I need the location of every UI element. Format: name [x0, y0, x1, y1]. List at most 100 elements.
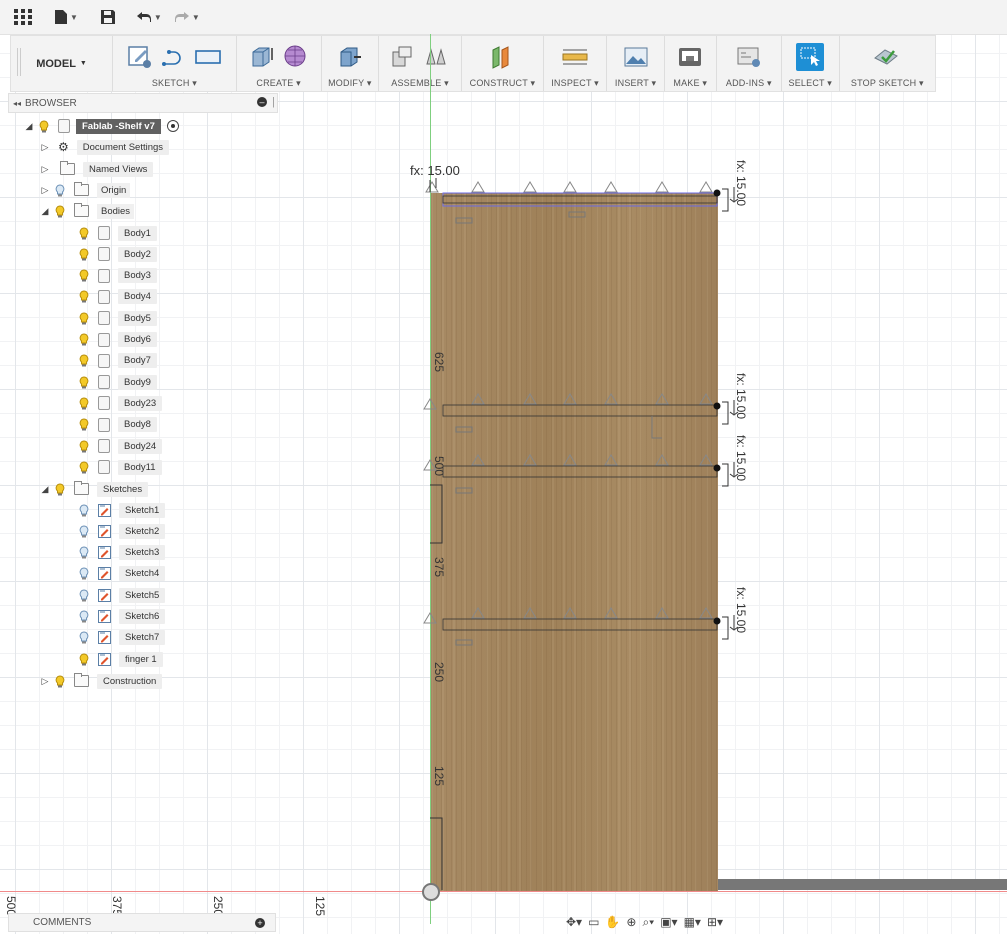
- sketch-row[interactable]: Sketch4: [74, 565, 165, 583]
- body-row[interactable]: Body24: [74, 437, 162, 455]
- body-row[interactable]: Body1: [74, 224, 157, 242]
- visibility-bulb-icon[interactable]: [78, 396, 90, 410]
- bodies-folder-row[interactable]: ◢ Bodies: [40, 202, 134, 220]
- expand-arrow-icon[interactable]: ◢: [24, 121, 34, 132]
- visibility-bulb-icon[interactable]: [54, 183, 66, 197]
- visibility-bulb-icon[interactable]: [78, 375, 90, 389]
- body-row[interactable]: Body6: [74, 331, 157, 349]
- body-row[interactable]: Body5: [74, 309, 157, 327]
- sketch-row[interactable]: Sketch1: [74, 501, 165, 519]
- side-dimension-1[interactable]: fx: 15.00: [734, 160, 748, 206]
- add-comment-icon[interactable]: +: [255, 918, 265, 928]
- named-views-row[interactable]: ▷ Named Views: [40, 160, 153, 178]
- visibility-bulb-icon[interactable]: [54, 482, 66, 496]
- body-row[interactable]: Body3: [74, 267, 157, 285]
- expand-arrow-icon[interactable]: ▷: [40, 142, 50, 153]
- visibility-bulb-icon[interactable]: [78, 418, 90, 432]
- shelf-sketch-3[interactable]: [424, 455, 717, 493]
- expand-arrow-icon[interactable]: ▷: [40, 185, 50, 196]
- side-dimension-4[interactable]: fx: 15.00: [734, 587, 748, 633]
- body-row[interactable]: Body2: [74, 245, 157, 263]
- body-label: Body11: [118, 460, 162, 475]
- ruler-label-500: 500: [432, 456, 446, 476]
- construction-row[interactable]: ▷ Construction: [40, 672, 162, 690]
- side-dimension-3[interactable]: fx: 15.00: [734, 435, 748, 481]
- shelf-sketch-top[interactable]: [426, 182, 717, 223]
- visibility-bulb-icon[interactable]: [78, 546, 90, 560]
- grid-icon[interactable]: ▦▾: [684, 915, 701, 929]
- visibility-bulb-icon[interactable]: [78, 631, 90, 645]
- sketch-row[interactable]: Sketch3: [74, 544, 165, 562]
- collapse-browser-icon[interactable]: ◂◂: [13, 99, 21, 108]
- body-row[interactable]: Body9: [74, 373, 157, 391]
- origin-point[interactable]: [422, 883, 440, 901]
- browser-header[interactable]: ◂◂ BROWSER – |: [8, 93, 278, 113]
- visibility-bulb-icon[interactable]: [78, 354, 90, 368]
- visibility-bulb-icon[interactable]: [78, 524, 90, 538]
- visibility-bulb-icon[interactable]: [78, 652, 90, 666]
- zoom-icon[interactable]: ⊕: [626, 915, 636, 929]
- pan-icon[interactable]: ✋: [605, 915, 620, 929]
- side-dimension-2[interactable]: fx: 15.00: [734, 373, 748, 419]
- fit-icon[interactable]: ⌕▾: [642, 915, 654, 930]
- collapse-arrow-icon[interactable]: ◢: [40, 484, 50, 495]
- body-row[interactable]: Body11: [74, 458, 162, 476]
- sketch-point[interactable]: [714, 403, 721, 410]
- visibility-bulb-icon[interactable]: [78, 247, 90, 261]
- collapse-arrow-icon[interactable]: ◢: [40, 206, 50, 217]
- comments-title: COMMENTS: [33, 917, 91, 928]
- sketch-point[interactable]: [714, 618, 721, 625]
- visibility-bulb-icon[interactable]: [78, 503, 90, 517]
- origin-row[interactable]: ▷ Origin: [40, 181, 130, 199]
- body-icon: [98, 247, 110, 261]
- sketch-row[interactable]: Sketch7: [74, 629, 165, 647]
- visibility-bulb-icon[interactable]: [54, 674, 66, 688]
- display-settings-icon[interactable]: ▣▾: [660, 915, 677, 929]
- visibility-bulb-icon[interactable]: [78, 439, 90, 453]
- shelf-sketch-2[interactable]: [424, 394, 717, 438]
- activate-radio-icon[interactable]: [167, 120, 179, 132]
- body-icon: [98, 311, 110, 325]
- expand-arrow-icon[interactable]: ▷: [40, 676, 50, 687]
- visibility-bulb-icon[interactable]: [78, 333, 90, 347]
- sketch-icon: [98, 525, 111, 538]
- body-label: Body24: [118, 439, 162, 454]
- browser-root-row[interactable]: ◢ Fablab -Shelf v7: [24, 117, 179, 135]
- sketch-row[interactable]: Sketch6: [74, 608, 165, 626]
- body-row[interactable]: Body4: [74, 288, 157, 306]
- sketch-point[interactable]: [714, 190, 721, 197]
- body-label: Body1: [118, 226, 157, 241]
- sketch-point[interactable]: [714, 465, 721, 472]
- expand-arrow-icon[interactable]: ▷: [40, 164, 50, 175]
- visibility-bulb-icon[interactable]: [78, 588, 90, 602]
- comments-panel[interactable]: COMMENTS +: [8, 913, 276, 932]
- panel-handle[interactable]: |: [272, 96, 275, 108]
- document-settings-row[interactable]: ▷ ⚙ Document Settings: [40, 138, 169, 156]
- sketch-row[interactable]: Sketch2: [74, 522, 165, 540]
- visibility-bulb-icon[interactable]: [78, 290, 90, 304]
- body-row[interactable]: Body23: [74, 394, 162, 412]
- visibility-bulb-icon[interactable]: [78, 311, 90, 325]
- sketch-row[interactable]: finger 1: [74, 650, 163, 668]
- top-dimension[interactable]: fx: 15.00: [410, 163, 460, 178]
- visibility-bulb-icon[interactable]: [78, 269, 90, 283]
- body-label: Body6: [118, 332, 157, 347]
- look-at-icon[interactable]: ▭: [588, 915, 599, 929]
- orbit-icon[interactable]: ✥▾: [566, 915, 582, 929]
- sketch-row[interactable]: Sketch5: [74, 586, 165, 604]
- visibility-bulb-icon[interactable]: [78, 226, 90, 240]
- visibility-bulb-icon[interactable]: [78, 567, 90, 581]
- visibility-bulb-icon[interactable]: [78, 460, 90, 474]
- body-row[interactable]: Body7: [74, 352, 157, 370]
- body-row[interactable]: Body8: [74, 416, 157, 434]
- sketch-label: finger 1: [119, 652, 163, 667]
- shelf-sketch-4[interactable]: [424, 608, 717, 645]
- visibility-bulb-icon[interactable]: [78, 610, 90, 624]
- root-component-label[interactable]: Fablab -Shelf v7: [76, 119, 161, 134]
- visibility-bulb-icon[interactable]: [38, 119, 50, 133]
- visibility-bulb-icon[interactable]: [54, 204, 66, 218]
- sketches-folder-row[interactable]: ◢ Sketches: [40, 480, 148, 498]
- viewports-icon[interactable]: ⊞▾: [707, 915, 723, 929]
- minimize-browser-icon[interactable]: –: [257, 97, 267, 107]
- sketch-icon: [98, 546, 111, 559]
